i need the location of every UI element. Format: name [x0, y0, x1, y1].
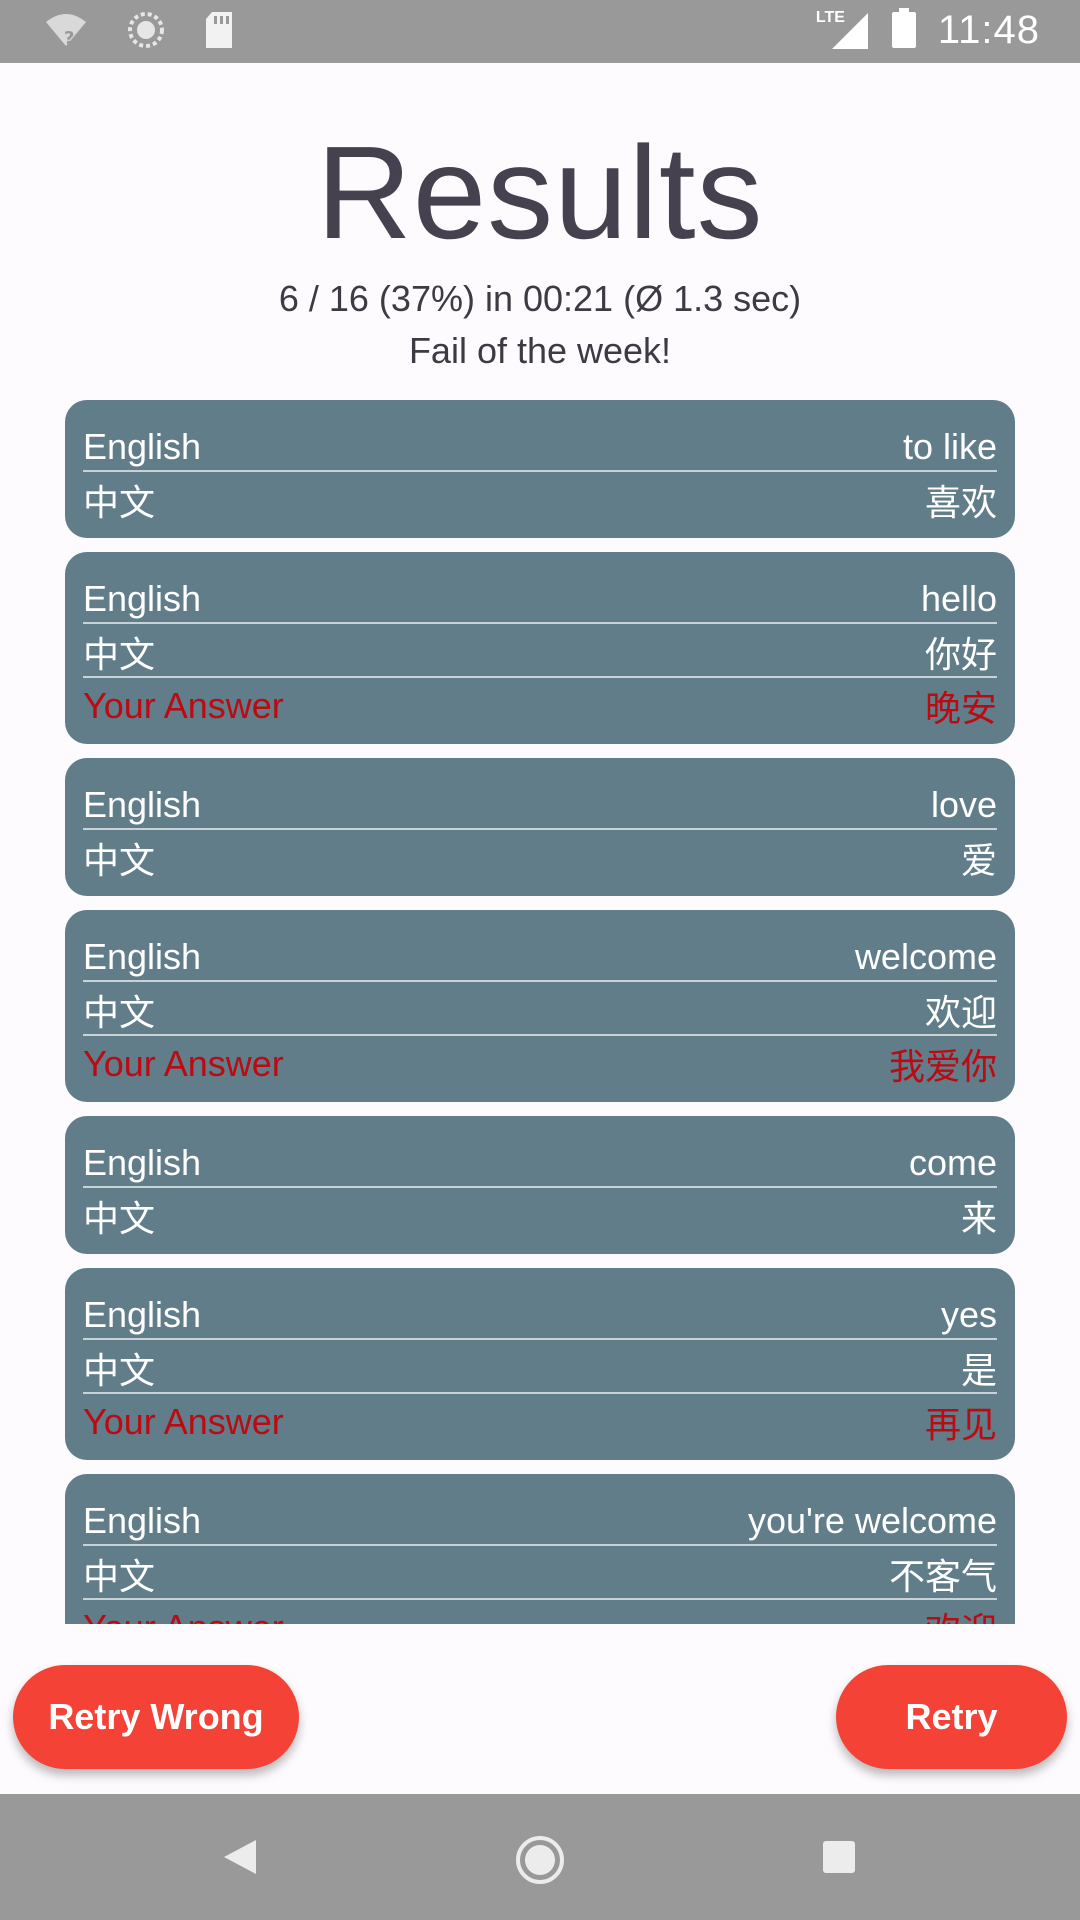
chinese-value: 来 [960, 1198, 997, 1239]
chinese-label: 中文 [83, 840, 156, 881]
result-card: English welcome 中文 欢迎 Your Answer 我爱你 [65, 910, 1015, 1102]
row-divider [83, 1392, 997, 1394]
status-bar: ? LTE 11:48 [0, 0, 1080, 63]
row-divider [83, 470, 997, 472]
english-value: welcome [854, 936, 997, 977]
svg-text:?: ? [64, 28, 74, 48]
row-divider [83, 1034, 997, 1036]
chinese-row: 中文 不客气 [83, 1547, 997, 1601]
row-divider [83, 1544, 997, 1546]
english-label: English [83, 936, 202, 977]
chinese-label: 中文 [83, 634, 156, 675]
english-row: English yes [83, 1288, 997, 1342]
signal-icon: LTE [816, 9, 870, 51]
english-row: English welcome [83, 930, 997, 984]
english-label: English [83, 1294, 202, 1335]
chinese-row: 中文 爱 [83, 831, 997, 885]
your-answer-value: 我爱你 [888, 1046, 997, 1087]
page-title: Results [316, 119, 764, 266]
home-icon[interactable] [514, 1834, 566, 1891]
your-answer-value: 欢迎 [925, 1602, 997, 1624]
result-card: English hello 中文 你好 Your Answer 晚安 [65, 552, 1015, 744]
result-card: English love 中文 爱 [65, 758, 1015, 896]
chinese-row: 中文 喜欢 [83, 473, 997, 527]
english-label: English [83, 1142, 202, 1183]
chinese-row: 中文 来 [83, 1189, 997, 1243]
retry-wrong-button[interactable]: Retry Wrong [13, 1665, 299, 1769]
row-divider [83, 828, 997, 830]
your-answer-label: Your Answer [83, 1607, 284, 1624]
english-value: you're welcome [748, 1500, 997, 1541]
english-value: yes [940, 1294, 997, 1335]
english-value: hello [920, 578, 997, 619]
english-row: English you're welcome [83, 1494, 997, 1548]
your-answer-row: Your Answer 欢迎 [83, 1601, 997, 1624]
chinese-label: 中文 [83, 1198, 156, 1239]
sd-card-icon [204, 11, 234, 54]
clock: 11:48 [937, 8, 1040, 52]
english-row: English love [83, 778, 997, 832]
chinese-value: 是 [960, 1350, 997, 1391]
sync-icon [126, 10, 166, 55]
battery-icon [891, 8, 916, 53]
your-answer-label: Your Answer [83, 1401, 284, 1442]
wifi-unknown-icon: ? [44, 12, 88, 53]
your-answer-label: Your Answer [83, 1043, 284, 1084]
network-type-label: LTE [815, 8, 845, 26]
english-label: English [83, 578, 202, 619]
navigation-bar [0, 1794, 1080, 1920]
chinese-label: 中文 [83, 482, 156, 523]
your-answer-label: Your Answer [83, 685, 284, 726]
row-divider [83, 1598, 997, 1600]
row-divider [83, 980, 997, 982]
results-list[interactable]: English to like 中文 喜欢 English hello 中文 你… [0, 398, 1080, 1624]
your-answer-row: Your Answer 晚安 [83, 679, 997, 733]
your-answer-value: 晚安 [924, 688, 997, 729]
result-card: English come 中文 来 [65, 1116, 1015, 1254]
row-divider [83, 1338, 997, 1340]
chinese-value: 爱 [960, 840, 997, 881]
recents-icon[interactable] [822, 1840, 856, 1879]
english-value: come [908, 1142, 997, 1183]
row-divider [83, 622, 997, 624]
chinese-value: 不客气 [888, 1556, 997, 1597]
chinese-value: 欢迎 [924, 992, 997, 1033]
result-card: English to like 中文 喜欢 [65, 400, 1015, 538]
english-label: English [83, 784, 202, 825]
english-row: English to like [83, 420, 997, 474]
chinese-row: 中文 欢迎 [83, 983, 997, 1037]
result-comment: Fail of the week! [408, 330, 672, 371]
chinese-value: 你好 [924, 634, 997, 675]
back-icon[interactable] [222, 1838, 258, 1881]
your-answer-value: 再见 [924, 1404, 997, 1445]
english-row: English hello [83, 572, 997, 626]
chinese-label: 中文 [83, 992, 156, 1033]
score-summary: 6 / 16 (37%) in 00:21 (Ø 1.3 sec) [278, 278, 802, 319]
retry-button[interactable]: Retry [836, 1665, 1067, 1769]
chinese-label: 中文 [83, 1556, 156, 1597]
row-divider [83, 1186, 997, 1188]
result-card: English yes 中文 是 Your Answer 再见 [65, 1268, 1015, 1460]
row-divider [83, 676, 997, 678]
your-answer-row: Your Answer 我爱你 [83, 1037, 997, 1091]
english-label: English [83, 1500, 202, 1541]
result-card: English you're welcome 中文 不客气 Your Answe… [65, 1474, 1015, 1624]
english-value: love [930, 784, 997, 825]
english-row: English come [83, 1136, 997, 1190]
chinese-value: 喜欢 [924, 482, 997, 523]
your-answer-row: Your Answer 再见 [83, 1395, 997, 1449]
chinese-row: 中文 是 [83, 1341, 997, 1395]
english-value: to like [902, 426, 997, 467]
chinese-row: 中文 你好 [83, 625, 997, 679]
chinese-label: 中文 [83, 1350, 156, 1391]
english-label: English [83, 426, 202, 467]
